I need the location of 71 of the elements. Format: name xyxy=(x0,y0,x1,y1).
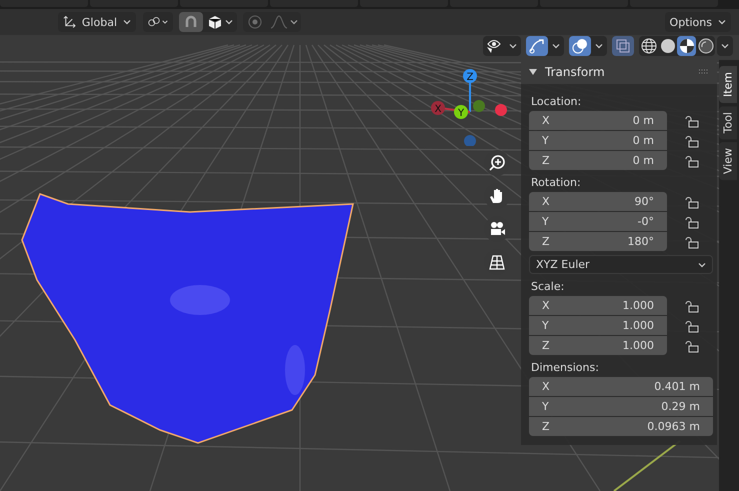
pivot-dropdown[interactable] xyxy=(143,12,173,32)
overlay-toggle[interactable] xyxy=(569,36,591,56)
rotation-mode-dropdown[interactable]: XYZ Euler xyxy=(529,255,713,274)
section-label: Scale: xyxy=(530,279,566,295)
solid-shading-button[interactable] xyxy=(658,36,677,56)
caret-icon xyxy=(698,262,706,268)
open-padlock-icon[interactable] xyxy=(685,234,699,248)
movie-camera-icon xyxy=(488,220,506,238)
open-padlock-icon[interactable] xyxy=(685,134,699,148)
number-field[interactable]: Y 1.000 xyxy=(529,316,667,335)
xray-toggle[interactable] xyxy=(612,36,634,56)
number-field[interactable]: X 0 m xyxy=(529,111,667,130)
rendered-shading-button[interactable] xyxy=(696,36,715,56)
caret-icon xyxy=(290,19,298,25)
number-field[interactable]: Y -0° xyxy=(529,212,667,231)
solid-sphere-icon xyxy=(660,38,676,54)
number-field[interactable]: X 90° xyxy=(529,192,667,211)
caret-icon xyxy=(595,43,603,49)
number-field[interactable]: Z 180° xyxy=(529,232,667,251)
sidebar-tab[interactable]: Tool xyxy=(719,106,737,140)
sidebar-tab[interactable]: View xyxy=(719,142,737,181)
open-padlock-icon[interactable] xyxy=(685,154,699,168)
wireframe-shading-button[interactable] xyxy=(639,36,658,56)
rendered-sphere-icon xyxy=(698,38,714,54)
number-field[interactable]: Z 0 m xyxy=(529,151,667,170)
open-padlock-icon[interactable] xyxy=(685,338,699,352)
caret-icon xyxy=(721,43,729,49)
sidebar-tab[interactable]: Item xyxy=(719,66,737,104)
material-shading-button[interactable] xyxy=(677,36,696,56)
open-padlock-icon[interactable] xyxy=(685,214,699,228)
options-dropdown[interactable]: Options xyxy=(664,12,731,32)
caret-icon xyxy=(225,19,233,25)
snap-toggle[interactable] xyxy=(179,12,203,32)
material-sphere-icon xyxy=(678,38,694,54)
section-label: Dimensions: xyxy=(530,360,600,376)
number-field[interactable]: Z 0.0963 m xyxy=(529,417,713,436)
perspective-grid-icon xyxy=(488,253,506,271)
number-field[interactable]: Y 0.29 m xyxy=(529,397,713,416)
grip-icon xyxy=(699,69,709,75)
caret-icon xyxy=(552,43,560,49)
number-field[interactable]: X 0.401 m xyxy=(529,377,713,396)
open-padlock-icon[interactable] xyxy=(685,114,699,128)
caret-icon xyxy=(509,43,517,49)
target-icon xyxy=(248,15,262,29)
gizmo-toggle[interactable] xyxy=(526,36,548,56)
arc-arrow-icon xyxy=(528,38,546,54)
number-field[interactable]: X 1.000 xyxy=(529,296,667,315)
caret-icon xyxy=(162,19,168,25)
section-label: Location: xyxy=(530,94,582,110)
magnifier-plus-icon xyxy=(488,154,506,172)
curve-icon xyxy=(270,15,288,29)
transform-panel-header[interactable]: Transform xyxy=(521,60,717,84)
transform-orientation-dropdown[interactable]: Global xyxy=(58,12,136,32)
expanded-triangle-icon xyxy=(529,68,537,76)
eye-icon xyxy=(485,38,503,54)
overlapping-squares-icon xyxy=(615,38,631,54)
caret-icon xyxy=(718,19,726,25)
wireframe-sphere-icon xyxy=(640,38,656,54)
axes-icon xyxy=(63,15,76,29)
caret-icon xyxy=(123,19,131,25)
shading-caret-dropdown[interactable] xyxy=(717,36,733,56)
open-padlock-icon[interactable] xyxy=(685,298,699,312)
magnet-icon xyxy=(183,14,199,30)
overlapping-circles-icon xyxy=(571,38,589,54)
number-field[interactable]: Y 0 m xyxy=(529,131,667,150)
open-padlock-icon[interactable] xyxy=(685,318,699,332)
link-icon xyxy=(148,15,160,29)
section-label: Rotation: xyxy=(530,175,582,191)
open-padlock-icon[interactable] xyxy=(685,194,699,208)
number-field[interactable]: Z 1.000 xyxy=(529,336,667,355)
axis-gizmo-drawing: X Y Z xyxy=(428,66,508,146)
